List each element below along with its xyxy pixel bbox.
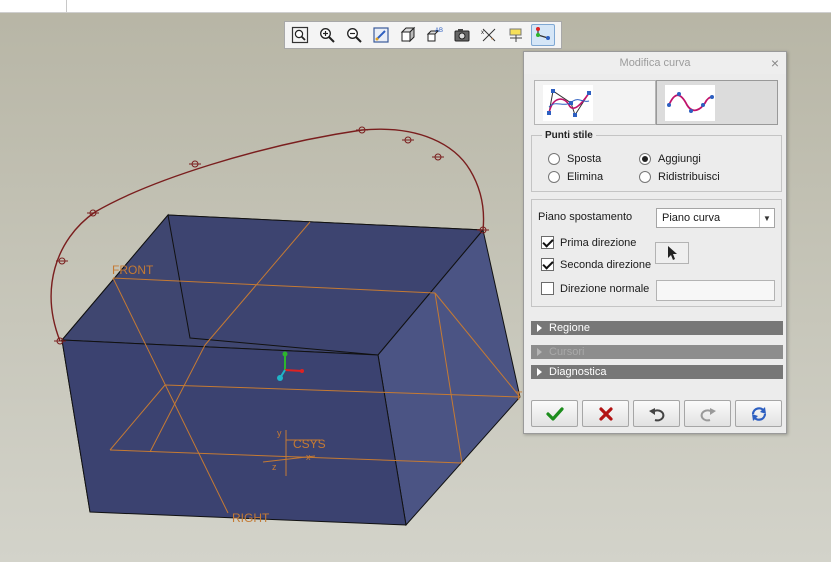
interpolated-mode-button[interactable]: [656, 80, 778, 125]
radio-ridistribuisci-dot[interactable]: [639, 171, 651, 183]
section-regione-label: Regione: [549, 322, 590, 334]
datum-display-button[interactable]: x *: [477, 24, 501, 46]
saved-views-icon: AB: [426, 28, 443, 42]
radio-aggiungi[interactable]: Aggiungi: [639, 153, 701, 165]
zoom-out-icon: [347, 28, 362, 43]
zoom-fit-button[interactable]: [288, 24, 312, 46]
section-regione[interactable]: Regione: [531, 321, 783, 335]
datum-axes-icon: x*: [481, 28, 496, 44]
curve-points-icon: [536, 27, 550, 40]
expand-triangle-icon: [537, 368, 542, 376]
control-polygon-mode-button[interactable]: [534, 80, 656, 125]
normal-direction-field[interactable]: [656, 280, 775, 301]
radio-aggiungi-label: Aggiungi: [658, 153, 701, 165]
radio-sposta-label: Sposta: [567, 153, 602, 165]
check-icon: [545, 406, 564, 421]
radio-elimina[interactable]: Elimina: [548, 171, 603, 183]
cancel-x-icon: [598, 406, 613, 421]
expand-triangle-icon: [537, 348, 542, 356]
movement-options-group: Piano spostamento Piano curva ▼ Prima di…: [531, 199, 782, 307]
redo-button[interactable]: [684, 400, 731, 427]
section-diagnostica-label: Diagnostica: [549, 366, 607, 378]
repaint-icon: [373, 27, 389, 43]
normal-direction-box[interactable]: [541, 282, 554, 295]
box-front-face: [61, 339, 407, 526]
section-diagnostica[interactable]: Diagnostica: [531, 365, 783, 379]
radio-ridistribuisci-label: Ridistribuisci: [658, 171, 720, 183]
display-style-button[interactable]: [396, 24, 420, 46]
repaint-button[interactable]: [369, 24, 393, 46]
section-cursori-label: Cursori: [549, 346, 585, 358]
cancel-button[interactable]: [582, 400, 629, 427]
pointer-arrow-icon: [668, 246, 677, 260]
modify-curve-dialog: Modifica curva × Punti stile Sposta Aggi…: [523, 51, 787, 434]
radio-ridistribuisci[interactable]: Ridistribuisci: [639, 171, 720, 183]
saved-views-button[interactable]: AB: [423, 24, 447, 46]
zoom-in-icon: [320, 28, 335, 43]
csys-axis-x: x: [306, 452, 311, 462]
csys-axis-y: y: [277, 428, 282, 438]
normal-direction-label: Direzione normale: [560, 282, 650, 295]
second-direction-checkbox[interactable]: Seconda direzione: [541, 258, 651, 271]
cube-display-icon: [400, 26, 416, 43]
datum-label-front: FRONT: [112, 263, 154, 277]
datum-label-right: RIGHT: [232, 511, 270, 525]
movement-plane-label: Piano spostamento: [538, 211, 633, 223]
svg-text:AB: AB: [435, 28, 443, 34]
control-polygon-curve-icon: [543, 84, 593, 121]
normal-direction-checkbox[interactable]: Direzione normale: [541, 282, 649, 295]
expand-triangle-icon: [537, 324, 542, 332]
style-points-legend: Punti stile: [545, 130, 593, 141]
zoom-in-button[interactable]: [315, 24, 339, 46]
csys-axis-z: z: [272, 462, 277, 472]
curve-points-button[interactable]: [531, 24, 555, 46]
first-direction-label: Prima direzione: [560, 236, 637, 249]
dialog-title: Modifica curva: [619, 57, 691, 69]
redo-icon: [700, 407, 716, 421]
movement-plane-select[interactable]: Piano curva ▼: [656, 208, 775, 228]
undo-icon: [648, 407, 664, 421]
second-direction-box[interactable]: [541, 258, 554, 271]
style-points-group: Punti stile Sposta Aggiungi Elimina Ridi…: [531, 130, 782, 192]
close-icon[interactable]: ×: [771, 55, 779, 71]
interpolated-curve-icon: [665, 84, 715, 121]
radio-sposta[interactable]: Sposta: [548, 153, 601, 165]
dialog-actions: [531, 400, 782, 428]
radio-elimina-label: Elimina: [567, 171, 604, 183]
zoom-fit-icon: [291, 26, 309, 44]
movement-plane-value: Piano curva: [662, 212, 721, 224]
datum-label-csys: CSYS: [293, 437, 326, 451]
zoom-out-button[interactable]: [342, 24, 366, 46]
ok-button[interactable]: [531, 400, 578, 427]
svg-text:x: x: [481, 30, 484, 36]
second-direction-label: Seconda direzione: [560, 258, 652, 271]
section-cursori: Cursori: [531, 345, 783, 359]
radio-aggiungi-dot[interactable]: [639, 153, 651, 165]
view-toolbar: AB x *: [284, 21, 562, 49]
view-manager-button[interactable]: [450, 24, 474, 46]
first-direction-checkbox[interactable]: Prima direzione: [541, 236, 636, 249]
curve-mode-buttons: [534, 80, 778, 125]
direction-select-button[interactable]: [655, 242, 689, 264]
annotation-display-button[interactable]: [504, 24, 528, 46]
refresh-button[interactable]: [735, 400, 782, 427]
chevron-down-icon[interactable]: ▼: [759, 209, 774, 227]
first-direction-box[interactable]: [541, 236, 554, 249]
radio-sposta-dot[interactable]: [548, 153, 560, 165]
datum-label-top: T: [515, 389, 523, 403]
annotation-display-icon: [509, 28, 522, 42]
undo-button[interactable]: [633, 400, 680, 427]
dialog-titlebar[interactable]: Modifica curva ×: [524, 52, 786, 74]
camera-view-icon: [454, 29, 470, 42]
refresh-icon: [751, 406, 766, 421]
radio-elimina-dot[interactable]: [548, 171, 560, 183]
